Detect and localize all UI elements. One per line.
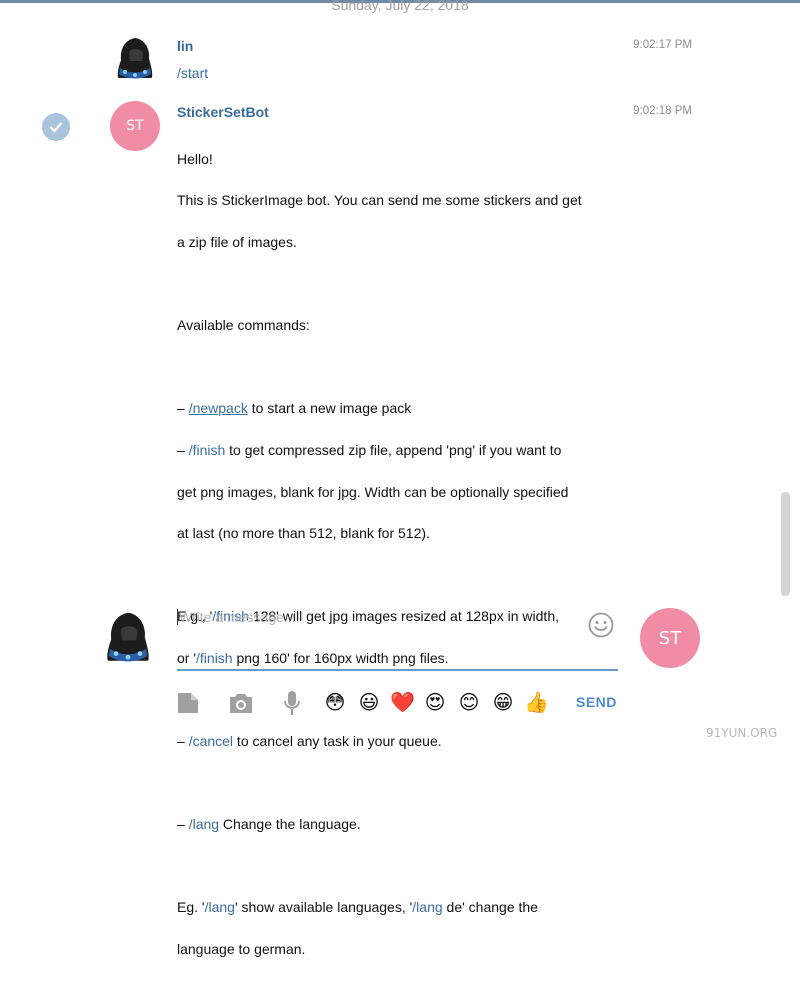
message-text: /start	[177, 63, 637, 84]
command-link-finish[interactable]: /finish	[196, 650, 233, 666]
sender-name-lin[interactable]: lin	[177, 38, 193, 54]
emoji-thumbs-up[interactable]: 👍	[524, 690, 549, 714]
emoji-grin[interactable]: 😁	[491, 690, 515, 714]
message-line: This is StickerImage bot. You can send m…	[177, 192, 582, 209]
command-link-start[interactable]: /start	[177, 65, 208, 81]
command-line-newpack: – /newpack to start a new image pack	[177, 400, 412, 417]
command-link-lang[interactable]: /lang	[412, 899, 442, 915]
message-input-underline	[177, 669, 618, 671]
watermark: 91YUN.ORG	[706, 726, 778, 740]
example-line: Eg. '/lang' show available languages, '/…	[177, 899, 538, 916]
camera-icon[interactable]	[229, 692, 253, 719]
emoji-heart[interactable]: ❤️	[390, 690, 415, 714]
message-line: at last (no more than 512, blank for 512…	[177, 525, 430, 542]
own-avatar[interactable]	[98, 608, 158, 668]
bot-avatar[interactable]: ST	[110, 101, 160, 151]
microphone-icon[interactable]	[283, 690, 301, 721]
emoji-blush[interactable]: 😊	[457, 690, 481, 714]
file-icon[interactable]	[177, 692, 199, 719]
message-line: language to german.	[177, 941, 306, 958]
emoji-smiley[interactable]: 😃	[357, 690, 381, 714]
bot-avatar-composer[interactable]: ST	[640, 608, 700, 668]
scrollbar-thumb[interactable]	[781, 492, 790, 596]
message-line: Hello!	[177, 150, 213, 167]
emoji-picker-icon[interactable]	[588, 612, 614, 638]
hooded-figure-avatar-icon	[110, 34, 160, 84]
message-line: Available commands:	[177, 317, 310, 334]
command-link-finish[interactable]: /finish	[189, 442, 226, 458]
sender-name-bot[interactable]: StickerSetBot	[177, 104, 269, 120]
message-line: get png images, blank for jpg. Width can…	[177, 483, 569, 500]
command-link-cancel[interactable]: /cancel	[189, 733, 233, 749]
command-line-cancel: – /cancel to cancel any task in your que…	[177, 733, 442, 750]
message-input-placeholder: Write a message...	[179, 609, 296, 625]
selected-check-icon[interactable]	[42, 113, 70, 141]
bot-message-body: Hello! This is StickerImage bot. You can…	[177, 128, 637, 981]
date-header: Sunday, July 22, 2018	[331, 0, 469, 13]
command-link-lang[interactable]: /lang	[205, 899, 235, 915]
message-time: 9:02:18 PM	[633, 105, 692, 117]
command-line-finish: – /finish to get compressed zip file, ap…	[177, 441, 562, 458]
message-input[interactable]: Write a message...	[177, 609, 587, 633]
emoji-heart-eyes[interactable]: 😍	[423, 690, 447, 714]
example-line: or '/finish png 160' for 160px width png…	[177, 649, 449, 666]
message-time: 9:02:17 PM	[633, 39, 692, 51]
command-line-lang: – /lang Change the language.	[177, 816, 361, 833]
user-avatar-lin[interactable]	[110, 34, 160, 84]
command-link-lang[interactable]: /lang	[189, 816, 219, 832]
command-link-newpack[interactable]: /newpack	[189, 400, 248, 416]
hooded-figure-avatar-icon	[98, 608, 158, 668]
message-line: a zip file of images.	[177, 233, 297, 250]
send-button[interactable]: SEND	[576, 694, 617, 710]
emoji-flushed[interactable]: 😳	[323, 690, 347, 714]
